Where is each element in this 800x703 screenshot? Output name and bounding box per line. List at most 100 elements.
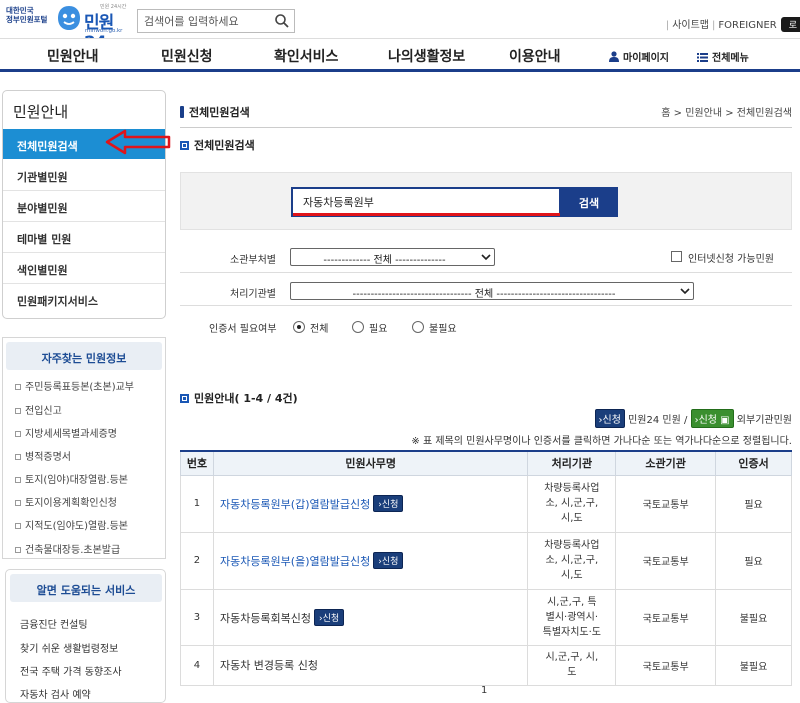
faq-item[interactable]: 토지(임야)대장열람.등본 (15, 471, 128, 486)
faq-item[interactable]: 병적증명서 (15, 448, 71, 463)
apply-button-label: 신청 (381, 500, 399, 510)
cert-radio-all[interactable] (293, 321, 305, 333)
help-title: 알면 도움되는 서비스 (10, 574, 162, 602)
faq-label: 토지(임야)대장열람.등본 (25, 475, 128, 486)
apply-button[interactable]: ›신청 (373, 495, 404, 512)
gnb-item-lifeinfo[interactable]: 나의생활정보 (388, 46, 465, 66)
faq-label: 토지이용계획확인신청 (25, 498, 117, 509)
faq-item[interactable]: 토지이용계획확인신청 (15, 494, 117, 509)
faq-label: 병적증명서 (25, 452, 71, 463)
apply-button[interactable]: ›신청 (373, 552, 404, 569)
apply-button-label: 신청 (322, 613, 340, 624)
faq-title: 자주찾는 민원정보 (6, 342, 162, 370)
org-line: 차량등록사업 (544, 483, 600, 494)
global-search-input[interactable] (138, 10, 270, 32)
service-name-rest: (을)열람발급신청 (290, 555, 371, 568)
legend-external-badge: ›신청 ▣ (690, 409, 734, 428)
breadcrumb-home[interactable]: 홈 (661, 108, 670, 119)
cell-cert: 필요 (715, 531, 792, 590)
sitemap-link[interactable]: 사이트맵 (672, 20, 709, 31)
agency-label: 처리기관별 (230, 289, 276, 300)
service-name-highlight: 자동차등록원부 (219, 498, 291, 511)
foreigner-link[interactable]: FOREIGNER (718, 20, 776, 31)
faq-item[interactable]: 건축물대장등.초본발급 (15, 541, 120, 556)
allmenu-link[interactable]: 전체메뉴 (697, 49, 749, 64)
service-name-link[interactable]: 자동차등록원부(갑)열람발급신청 (220, 498, 370, 511)
side-nav-item-by-theme[interactable]: 테마별 민원 (3, 222, 165, 253)
bullet-icon (15, 408, 21, 414)
mypage-link[interactable]: 마이페이지 (609, 49, 669, 64)
online-apply-label: 인터넷신청 가능민원 (688, 254, 774, 265)
col-header-cert[interactable]: 인증서 (715, 451, 792, 476)
service-name-link[interactable]: 자동차등록원부(을)열람발급신청 (220, 555, 370, 568)
org-line: 시,도 (561, 570, 583, 581)
logo-sub: minwon.go.kr (85, 28, 123, 34)
page-title: 전체민원검색 (180, 104, 250, 120)
pagination-page-1[interactable]: 1 (481, 685, 487, 696)
agency-select-value: --------------------------------- 전체 ---… (352, 289, 616, 300)
top-bar: 대한민국 정부민원포털 민원 24시간 민원24 minwon.go.kr |사… (0, 0, 800, 53)
faq-item[interactable]: 지방세세목별과세증명 (15, 425, 117, 440)
language-tab[interactable]: 로 (780, 17, 800, 32)
legend-apply-badge: ›신청 (594, 409, 625, 428)
cell-org: 시,군,구, 특 별시·광역시· 특별자치도·도 (527, 588, 617, 646)
agency-select[interactable]: --------------------------------- 전체 ---… (290, 282, 694, 300)
side-nav-item-by-index[interactable]: 색인별민원 (3, 253, 165, 284)
cert-radio-not-required[interactable] (412, 321, 424, 333)
faq-item[interactable]: 전입신고 (15, 402, 62, 417)
gov-logo-line1: 대한민국 (6, 6, 34, 15)
keyword-search-button[interactable]: 검색 (560, 187, 618, 217)
cell-org: 차량등록사업 소, 시,군,구, 시,도 (527, 531, 617, 590)
chevron-down-icon (481, 254, 491, 261)
service-name-rest: (갑)열람발급신청 (290, 498, 371, 511)
bullet-icon (15, 384, 21, 390)
gnb-item-guide[interactable]: 민원안내 (47, 46, 99, 66)
breadcrumb-mid[interactable]: 민원안내 (685, 108, 722, 119)
search-icon[interactable] (274, 13, 290, 29)
service-name-highlight: 자동차등록원부 (219, 555, 291, 568)
org-line: 소, 시,군,구, (545, 498, 599, 509)
gov-portal-logo[interactable]: 대한민국 정부민원포털 (6, 6, 47, 24)
chevron-down-icon (680, 288, 690, 295)
cert-option-required: 필요 (369, 324, 388, 335)
help-item[interactable]: 전국 주택 가격 동향조사 (20, 663, 122, 678)
util-sep: | (665, 20, 670, 31)
gnb-item-apply[interactable]: 민원신청 (161, 46, 213, 66)
title-mark-icon (180, 106, 184, 118)
online-apply-checkbox[interactable] (671, 251, 682, 262)
minwon24-logo[interactable]: 민원 24시간 민원24 minwon.go.kr (56, 2, 130, 53)
breadcrumb: 홈 > 민원안내 > 전체민원검색 (661, 104, 792, 119)
service-name-link[interactable]: 자동차 변경등록 신청 (220, 659, 318, 672)
help-item[interactable]: 자동차 검사 예약 (20, 686, 91, 701)
section-bullet-icon (180, 141, 189, 150)
legend-apply-text: 민원24 민원 / (628, 415, 688, 426)
util-sep: | (712, 20, 716, 31)
service-name-rest: 자동차등록회복신청 (219, 611, 312, 625)
faq-item[interactable]: 주민등록표등본(초본)교부 (15, 378, 134, 393)
col-header-name[interactable]: 민원사무명 (212, 451, 529, 476)
cell-name: 자동차등록회복신청 ›신청 (212, 588, 529, 646)
legend-external-text: 외부기관민원 (736, 415, 792, 426)
table-row: 2 자동차등록원부(을)열람발급신청 ›신청 차량등록사업 소, 시,군,구, 시,도… (180, 531, 792, 590)
help-item[interactable]: 금융진단 컨설팅 (20, 616, 88, 631)
filter-row-cert: 인증서 필요여부 전체 필요 불필요 (180, 306, 792, 346)
dept-select[interactable]: ------------- 전체 -------------- (290, 248, 495, 266)
cert-option-all: 전체 (310, 324, 329, 335)
bullet-icon (15, 454, 21, 460)
service-name-link[interactable]: 자동차등록회복신청 (220, 612, 311, 625)
result-table: 번호 민원사무명 처리기관 소관기관 인증서 1 자동차등록원부(갑)열람발급신… (180, 450, 792, 686)
bullet-icon (15, 431, 21, 437)
page-title-text: 전체민원검색 (189, 106, 250, 119)
apply-button[interactable]: ›신청 (314, 608, 345, 626)
gnb-item-verify[interactable]: 확인서비스 (274, 46, 338, 66)
side-nav-item-by-field[interactable]: 분야별민원 (3, 191, 165, 222)
main-navigation: 민원안내 민원신청 확인서비스 나의생활정보 이용안내 마이페이지 전체메뉴 (0, 38, 800, 72)
gov-logo-line2: 정부민원포털 (6, 15, 48, 24)
cert-radio-required[interactable] (352, 321, 364, 333)
side-nav-item-by-agency[interactable]: 기관별민원 (3, 160, 165, 191)
faq-item[interactable]: 지적도(임야도)열람.등본 (15, 517, 128, 532)
help-item[interactable]: 찾기 쉬운 생활법령정보 (20, 640, 118, 655)
red-annotation-arrow-icon (105, 129, 171, 155)
side-nav-item-package[interactable]: 민원패키지서비스 (3, 284, 165, 315)
gnb-item-help[interactable]: 이용안내 (509, 46, 561, 66)
